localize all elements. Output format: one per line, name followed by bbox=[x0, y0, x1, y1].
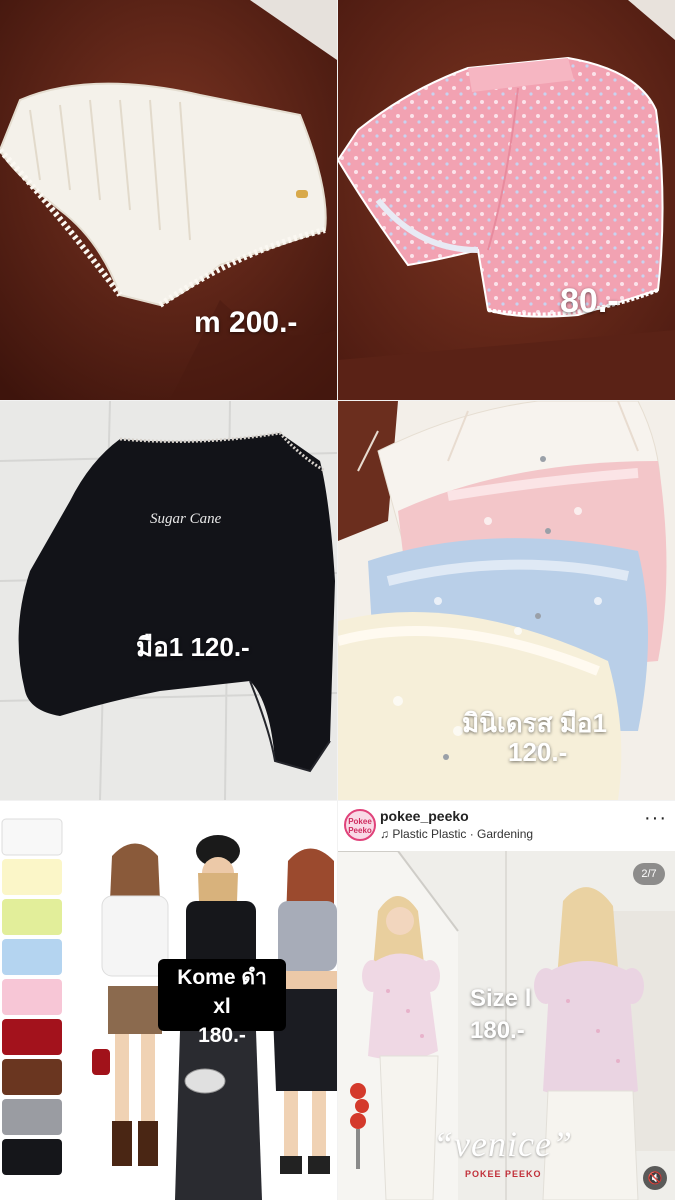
photo-pink-shorts[interactable]: 80.- bbox=[338, 0, 675, 400]
slide-counter: 2/7 bbox=[633, 863, 665, 885]
kome-price-label: Kome ดำ xl 180.- bbox=[158, 959, 286, 1047]
price-label: มือ1 120.- bbox=[136, 632, 250, 662]
black-top-image: Sugar Cane bbox=[0, 401, 337, 800]
brand-logo: POKEE PEEKO bbox=[465, 1169, 542, 1179]
post-photo[interactable]: 2/7 Size l 180.- “venice” POKEE PEEKO 🔇 bbox=[338, 851, 675, 1200]
photo-instagram-post[interactable]: Pokee Peeko pokee_peeko ♫ Plastic Plasti… bbox=[338, 801, 675, 1200]
venice-watermark: “venice” bbox=[433, 1124, 573, 1164]
photo-white-shorts[interactable]: m 200.- bbox=[0, 0, 337, 400]
color-swatch-column bbox=[1, 818, 63, 1175]
photo-kome-tops[interactable]: Kome ดำ xl 180.- bbox=[0, 801, 337, 1200]
more-dots-icon[interactable]: ··· bbox=[644, 808, 667, 828]
white-shorts-image bbox=[0, 0, 337, 400]
avatar-logo: Pokee Peeko bbox=[348, 817, 372, 835]
music-track[interactable]: ♫ Plastic Plastic · Gardening bbox=[380, 827, 533, 841]
photo-mini-dresses[interactable]: มินิเดรส มือ1 120.- bbox=[338, 401, 675, 800]
price-label: 120.- bbox=[508, 737, 568, 767]
music-note-icon: ♫ bbox=[380, 827, 389, 841]
product-photo-grid: m 200.- 80.- Sugar Cane มือ1 120.- มินิเ… bbox=[0, 0, 675, 1200]
avatar[interactable]: Pokee Peeko bbox=[344, 809, 376, 841]
photo-black-top[interactable]: Sugar Cane มือ1 120.- bbox=[0, 401, 337, 800]
post-header: Pokee Peeko pokee_peeko ♫ Plastic Plasti… bbox=[338, 801, 675, 851]
size-label: Size l bbox=[470, 985, 532, 1012]
kome-name: Kome ดำ xl bbox=[177, 966, 267, 1018]
svg-text:Sugar Cane: Sugar Cane bbox=[150, 511, 222, 527]
pink-shorts-image bbox=[338, 0, 675, 400]
music-label: Plastic Plastic · Gardening bbox=[392, 827, 534, 841]
price-label: 80.- bbox=[560, 282, 619, 320]
speaker-muted-icon[interactable]: 🔇 bbox=[643, 1166, 667, 1190]
username[interactable]: pokee_peeko bbox=[380, 808, 469, 824]
price-label: m 200.- bbox=[194, 306, 298, 339]
price-label: 180.- bbox=[470, 1017, 525, 1044]
price-label: 180.- bbox=[198, 1024, 246, 1047]
